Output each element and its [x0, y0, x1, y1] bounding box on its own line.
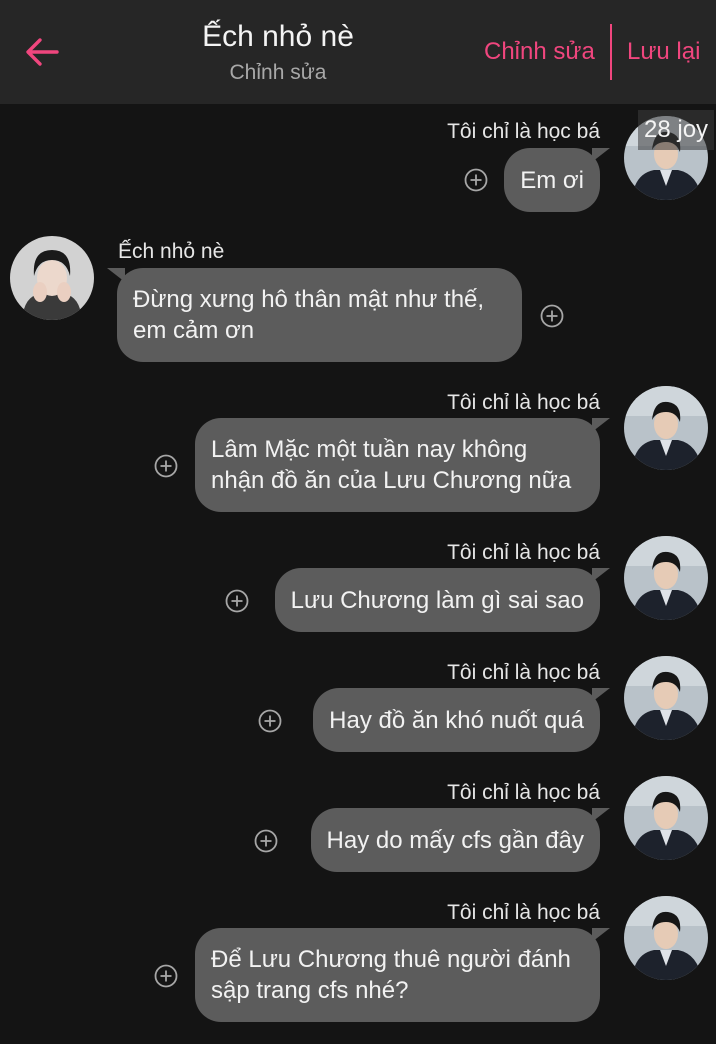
sender-name: Tôi chỉ là học bá — [447, 541, 600, 564]
add-icon[interactable] — [154, 454, 178, 478]
back-button[interactable] — [20, 30, 64, 74]
message-text: Đừng xưng hô thân mật như thế, em cảm ơn — [133, 286, 485, 344]
add-icon[interactable] — [225, 589, 249, 613]
add-icon[interactable] — [464, 168, 488, 192]
back-arrow-icon — [26, 38, 59, 66]
sender-name: Tôi chỉ là học bá — [447, 120, 600, 143]
page-title: Ếch nhỏ nè — [202, 20, 354, 53]
avatar[interactable] — [624, 776, 708, 860]
message-text: Để Lưu Chương thuê người đánh sập trang … — [211, 946, 571, 1004]
message-bubble[interactable]: Lâm Mặc một tuần nay không nhận đồ ăn củ… — [195, 418, 610, 512]
add-icon[interactable] — [154, 964, 178, 988]
chat-area: Tôi chỉ là học bá Em ơi 28 joy Ếch nhỏ n… — [0, 104, 716, 1044]
save-button[interactable]: Lưu lại — [627, 34, 700, 70]
sender-name: Ếch nhỏ nè — [118, 240, 225, 263]
message-text: Hay do mấy cfs gần đây — [326, 826, 584, 854]
page-subtitle: Chỉnh sửa — [229, 61, 327, 84]
sender-name: Tôi chỉ là học bá — [447, 661, 600, 684]
avatar[interactable] — [10, 236, 94, 320]
message-bubble[interactable]: Để Lưu Chương thuê người đánh sập trang … — [195, 928, 610, 1022]
header-divider — [610, 24, 612, 80]
message-text: Em ơi — [520, 166, 584, 194]
message-text: Lâm Mặc một tuần nay không nhận đồ ăn củ… — [211, 436, 572, 494]
add-icon[interactable] — [254, 829, 278, 853]
message-text: Lưu Chương làm gì sai sao — [290, 586, 584, 614]
sender-name: Tôi chỉ là học bá — [447, 901, 600, 924]
edit-button[interactable]: Chỉnh sửa — [484, 34, 595, 70]
message-bubble[interactable]: Lưu Chương làm gì sai sao — [274, 568, 611, 632]
header-titles: Ếch nhỏ nè Chỉnh sửa — [140, 18, 416, 88]
message-text: Hay đồ ăn khó nuốt quá — [329, 706, 584, 734]
message-bubble[interactable]: Hay do mấy cfs gần đây — [310, 808, 611, 872]
avatar[interactable] — [624, 536, 708, 620]
message-bubble[interactable]: Đừng xưng hô thân mật như thế, em cảm ơn — [107, 268, 522, 362]
avatar[interactable] — [624, 896, 708, 980]
avatar[interactable] — [624, 656, 708, 740]
message-bubble[interactable]: Hay đồ ăn khó nuốt quá — [313, 688, 610, 752]
sender-name: Tôi chỉ là học bá — [447, 391, 600, 414]
avatar[interactable] — [624, 386, 708, 470]
sender-name: Tôi chỉ là học bá — [447, 781, 600, 804]
badge: 28 joy — [638, 110, 715, 150]
chat-header: Ếch nhỏ nè Chỉnh sửa Chỉnh sửa Lưu lại — [0, 0, 716, 104]
message-bubble[interactable]: Em ơi — [504, 148, 610, 212]
add-icon[interactable] — [258, 709, 282, 733]
add-icon[interactable] — [540, 304, 564, 328]
